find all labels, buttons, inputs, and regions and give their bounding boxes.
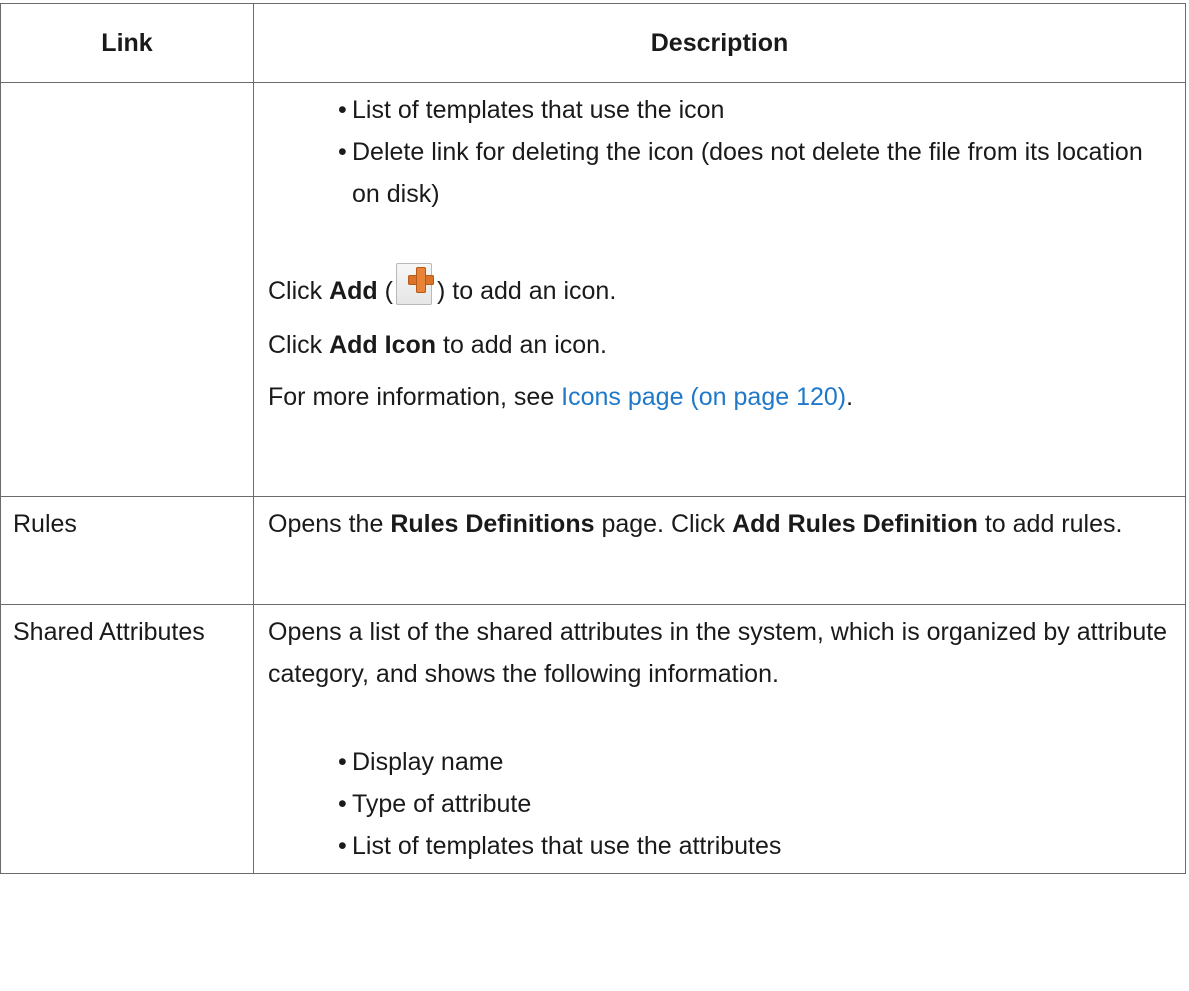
list-item: Type of attribute: [338, 783, 1171, 825]
table-row-shared-attributes: Shared Attributes Opens a list of the sh…: [0, 604, 1186, 874]
table-row-rules: Rules Opens the Rules Definitions page. …: [0, 496, 1186, 605]
click-add-icon-paragraph: Click Add Icon to add an icon.: [268, 331, 608, 359]
cell-link-empty: [0, 82, 254, 497]
icons-bullet-list: List of templates that use the icon Dele…: [268, 89, 1171, 215]
icons-page-link[interactable]: Icons page (on page 120): [561, 383, 846, 411]
add-label: Add: [329, 277, 378, 305]
list-item: List of templates that use the icon: [338, 89, 1171, 131]
cell-link-rules: Rules: [0, 496, 254, 605]
shared-attributes-description: Opens a list of the shared attributes in…: [268, 618, 1168, 688]
shared-attributes-bullet-list: Display name Type of attribute List of t…: [268, 741, 1171, 867]
list-item: Delete link for deleting the icon (does …: [338, 131, 1171, 215]
list-item: List of templates that use the attribute…: [338, 825, 1171, 867]
add-file-icon: [394, 261, 436, 305]
header-description: Description: [253, 3, 1186, 83]
cell-description-shared-attributes: Opens a list of the shared attributes in…: [253, 604, 1186, 874]
table-header-row: Link Description: [0, 3, 1186, 83]
table-row-icons: List of templates that use the icon Dele…: [0, 82, 1186, 497]
cell-description-rules: Opens the Rules Definitions page. Click …: [253, 496, 1186, 605]
add-rules-definition-label: Add Rules Definition: [732, 510, 978, 538]
more-info-paragraph: For more information, see Icons page (on…: [268, 383, 854, 411]
cell-link-shared-attributes: Shared Attributes: [0, 604, 254, 874]
cell-description-icons: List of templates that use the icon Dele…: [253, 82, 1186, 497]
header-link: Link: [0, 3, 254, 83]
links-table: Link Description List of templates that …: [0, 3, 1186, 874]
add-icon-label: Add Icon: [329, 331, 437, 359]
rules-definitions-label: Rules Definitions: [390, 510, 595, 538]
list-item: Display name: [338, 741, 1171, 783]
click-add-paragraph: Click Add () to add an icon.: [268, 261, 1171, 312]
